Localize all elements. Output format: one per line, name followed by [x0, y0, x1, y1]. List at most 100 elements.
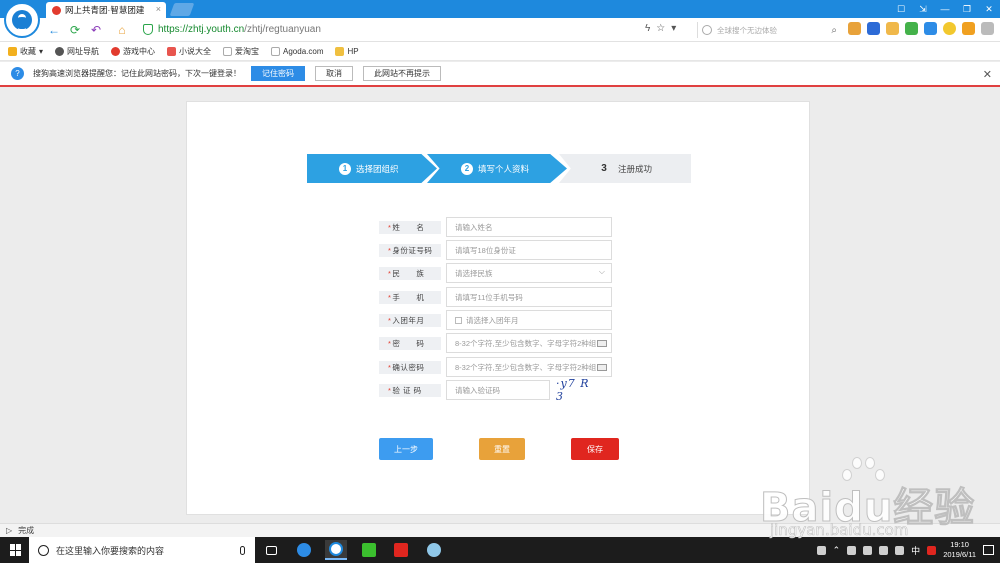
- refresh-icon[interactable]: ⟳: [67, 22, 83, 38]
- save-button[interactable]: 保存: [571, 438, 619, 460]
- step-fill-profile: 2 填写个人资料: [427, 154, 567, 183]
- microphone-icon[interactable]: [240, 545, 245, 555]
- ethnicity-select[interactable]: 请选择民族 ⌵: [446, 263, 612, 283]
- mini-mode-icon[interactable]: ⇲: [912, 0, 934, 18]
- password-input[interactable]: 8-32个字符,至少包含数字、字母字符2种组: [446, 333, 612, 353]
- red-app-icon[interactable]: [390, 540, 412, 560]
- iqiyi-icon[interactable]: [358, 540, 380, 560]
- sogou-search-icon: [702, 25, 712, 35]
- name-input[interactable]: 请输入姓名: [446, 217, 612, 237]
- back-arrow-icon[interactable]: ←: [46, 22, 62, 38]
- secure-shield-icon: [143, 24, 153, 35]
- address-bar: ← ⟳ ↶ ⌂ https://zhtj.youth.cn/zhtj/regtu…: [0, 18, 1000, 42]
- new-tab-button[interactable]: [169, 3, 195, 16]
- form-row-ethnicity: * 民 族 请选择民族 ⌵: [379, 263, 612, 283]
- status-text: 完成: [18, 526, 35, 535]
- bookmark-games[interactable]: 游戏中心: [111, 46, 155, 57]
- bookmark-aitaobao[interactable]: 爱淘宝: [223, 46, 259, 57]
- photo-app-icon[interactable]: [423, 540, 445, 560]
- reset-button[interactable]: 重置: [479, 438, 525, 460]
- sogou-ime-icon[interactable]: [927, 545, 937, 555]
- sogou-browser-logo-icon[interactable]: [4, 2, 40, 38]
- captcha-input[interactable]: 请输入验证码: [446, 380, 550, 400]
- tray-expand-icon[interactable]: ⌃: [833, 545, 841, 556]
- browser-tab[interactable]: 网上共青团·智慧团建 ×: [46, 2, 166, 18]
- password-save-infobar: ? 搜狗高速浏览器提醒您：记住此网站密码，下次一键登录！ 记住密码 取消 此网站…: [0, 62, 1000, 87]
- taskbar-clock[interactable]: 19:10 2019/6/11: [943, 540, 976, 560]
- taskbar-search-input[interactable]: 在这里输入你要搜索的内容: [29, 537, 255, 563]
- url-field[interactable]: https://zhtj.youth.cn/zhtj/regtuanyuan: [158, 24, 321, 35]
- home-icon[interactable]: ⌂: [114, 22, 130, 38]
- bookmark-nav[interactable]: 网址导航: [55, 46, 99, 57]
- search-input[interactable]: 全球搜个无边体验 ⌕: [697, 22, 837, 38]
- watermark-url: jingyan.baidu.com: [770, 521, 909, 540]
- windows-start-icon[interactable]: [10, 544, 22, 556]
- translate-icon[interactable]: [848, 22, 861, 35]
- window-controls: ☐ ⇲ — ❐ ✕: [890, 0, 1000, 18]
- field-label: * 验 证 码: [379, 383, 441, 397]
- play-icon[interactable]: ▷: [6, 526, 12, 535]
- book-icon: [167, 46, 177, 56]
- menu-icon[interactable]: [981, 22, 994, 35]
- battery-icon[interactable]: [863, 545, 873, 555]
- bookmark-favorites[interactable]: 收藏 ▾: [8, 46, 43, 57]
- volume-icon[interactable]: [895, 545, 905, 555]
- bookmark-novels[interactable]: 小说大全: [167, 46, 211, 57]
- screen-icon[interactable]: [924, 22, 937, 35]
- phone-input[interactable]: 请填写11位手机号码: [446, 287, 612, 307]
- magnifier-icon[interactable]: ⌕: [831, 25, 837, 36]
- keyboard-icon[interactable]: [597, 340, 607, 347]
- skin-icon[interactable]: ☐: [890, 0, 912, 18]
- undo-icon[interactable]: ↶: [88, 22, 104, 38]
- smiley-icon[interactable]: [943, 22, 956, 35]
- edge-icon[interactable]: [293, 540, 315, 560]
- field-label: * 民 族: [379, 266, 441, 280]
- download-icon[interactable]: [962, 22, 975, 35]
- cancel-button[interactable]: 取消: [315, 66, 353, 81]
- folder-icon: [335, 46, 345, 56]
- scissors-icon[interactable]: [867, 22, 880, 35]
- task-view-icon[interactable]: [260, 540, 282, 560]
- field-label: * 确认密码: [379, 360, 441, 374]
- keyboard-icon[interactable]: [597, 364, 607, 371]
- sogou-browser-taskbar-icon[interactable]: [325, 540, 347, 560]
- prev-step-button[interactable]: 上一步: [379, 438, 433, 460]
- key-icon[interactable]: [886, 22, 899, 35]
- dropdown-chevron-icon[interactable]: ▾: [671, 23, 676, 34]
- never-for-site-button[interactable]: 此网站不再提示: [363, 66, 441, 81]
- network-icon[interactable]: [879, 545, 889, 555]
- form-row-password: * 密 码 8-32个字符,至少包含数字、字母字符2种组: [379, 333, 612, 353]
- people-icon[interactable]: [816, 545, 826, 555]
- join-date-picker[interactable]: 请选择入团年月: [446, 310, 612, 330]
- lightning-icon[interactable]: ϟ: [645, 23, 650, 34]
- minimize-button[interactable]: —: [934, 0, 956, 18]
- favorite-star-icon[interactable]: ☆: [656, 23, 665, 34]
- bookmark-hp[interactable]: HP: [335, 46, 359, 56]
- step-select-org: 1 选择团组织: [307, 154, 437, 183]
- registration-page: 1 选择团组织 2 填写个人资料 3 注册成功 * 姓 名 请输入姓名 * 身份证号…: [186, 101, 810, 515]
- id-number-input[interactable]: 请填写18位身份证: [446, 240, 612, 260]
- captcha-image[interactable]: ·y7 R 3: [556, 377, 600, 403]
- notification-icon[interactable]: [983, 545, 994, 555]
- confirm-password-input[interactable]: 8-32个字符,至少包含数字、字母字符2种组: [446, 357, 612, 377]
- form-row-id-number: * 身份证号码 请填写18位身份证: [379, 240, 612, 260]
- remember-password-button[interactable]: 记住密码: [251, 66, 305, 81]
- infobar-close-icon[interactable]: ✕: [983, 68, 992, 81]
- form-row-confirm-password: * 确认密码 8-32个字符,至少包含数字、字母字符2种组: [379, 357, 612, 377]
- gamepad-icon[interactable]: [905, 22, 918, 35]
- tab-close-icon[interactable]: ×: [156, 4, 161, 14]
- game-icon: [111, 46, 121, 56]
- bookmarks-bar: 收藏 ▾ 网址导航 游戏中心 小说大全 爱淘宝 Agoda.com HP: [0, 42, 1000, 61]
- globe-icon: [55, 46, 65, 56]
- system-tray: ⌃ 中 19:10 2019/6/11: [816, 537, 1000, 563]
- extension-toolbar: [848, 22, 994, 35]
- windows-taskbar: 在这里输入你要搜索的内容 ⌃ 中 19:10 2019/6/11: [0, 537, 1000, 563]
- qq-icon[interactable]: [847, 545, 857, 555]
- restore-button[interactable]: ❐: [956, 0, 978, 18]
- bookmark-agoda[interactable]: Agoda.com: [271, 46, 323, 56]
- ime-indicator[interactable]: 中: [911, 544, 920, 557]
- close-window-button[interactable]: ✕: [978, 0, 1000, 18]
- field-label: * 密 码: [379, 336, 441, 350]
- field-label: * 入团年月: [379, 313, 441, 327]
- cortana-icon: [38, 544, 49, 556]
